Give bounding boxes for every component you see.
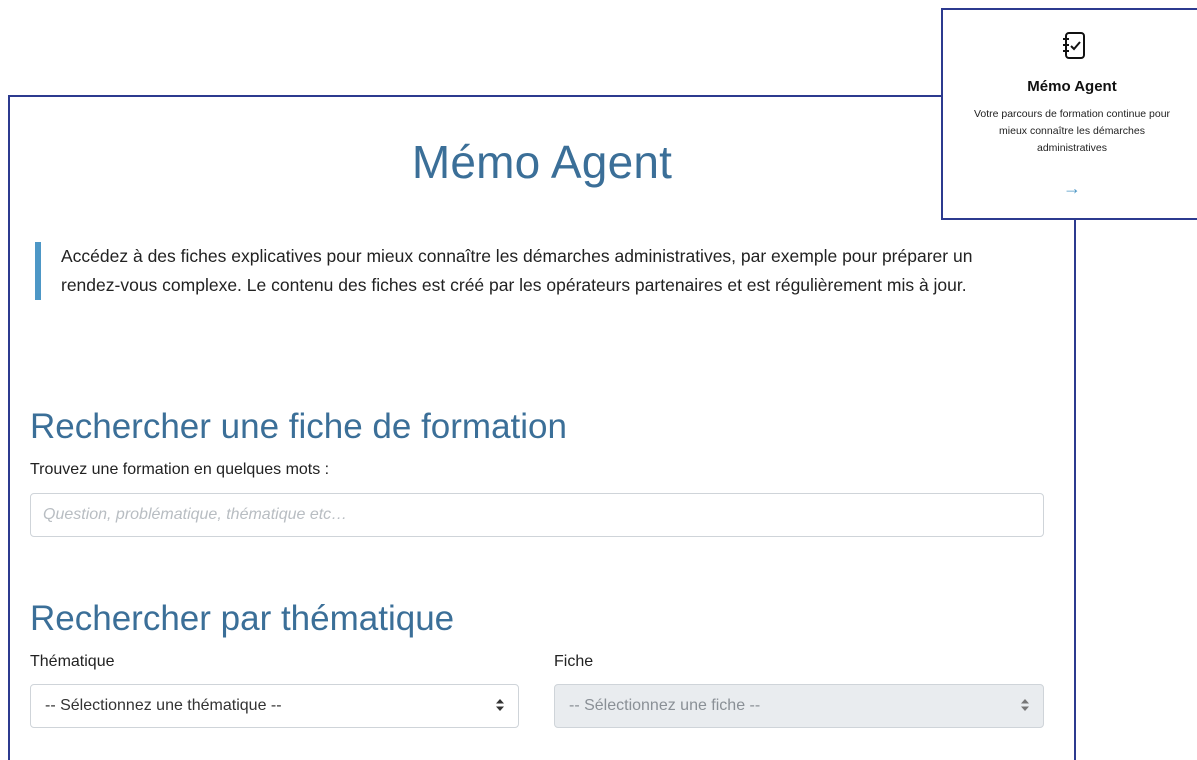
select-arrows-icon [496, 699, 504, 713]
fiche-select-value: -- Sélectionnez une fiche -- [569, 697, 761, 714]
search-heading: Rechercher une fiche de formation [30, 407, 567, 446]
memo-agent-card[interactable]: Mémo Agent Votre parcours de formation c… [941, 8, 1197, 220]
page-title: Mémo Agent [411, 136, 673, 188]
search-label: Trouvez une formation en quelques mots : [30, 461, 330, 478]
arrow-right-icon[interactable]: → [943, 178, 1197, 199]
theme-select-value: -- Sélectionnez une thématique -- [45, 697, 282, 714]
select-arrows-icon [1021, 699, 1029, 713]
intro-text: Accédez à des fiches explicatives pour m… [35, 242, 1025, 300]
card-title: Mémo Agent [1027, 78, 1117, 95]
checklist-notebook-icon [1061, 30, 1087, 62]
thematic-heading: Rechercher par thématique [30, 599, 455, 638]
theme-label: Thématique [30, 653, 115, 670]
theme-select[interactable]: -- Sélectionnez une thématique -- [30, 684, 519, 728]
fiche-select[interactable]: -- Sélectionnez une fiche -- [554, 684, 1044, 728]
main-panel: Mémo Agent Accédez à des fiches explicat… [8, 95, 1076, 760]
search-input[interactable] [30, 493, 1044, 537]
fiche-label: Fiche [554, 653, 594, 670]
card-description: Votre parcours de formation continue pou… [973, 108, 1171, 154]
